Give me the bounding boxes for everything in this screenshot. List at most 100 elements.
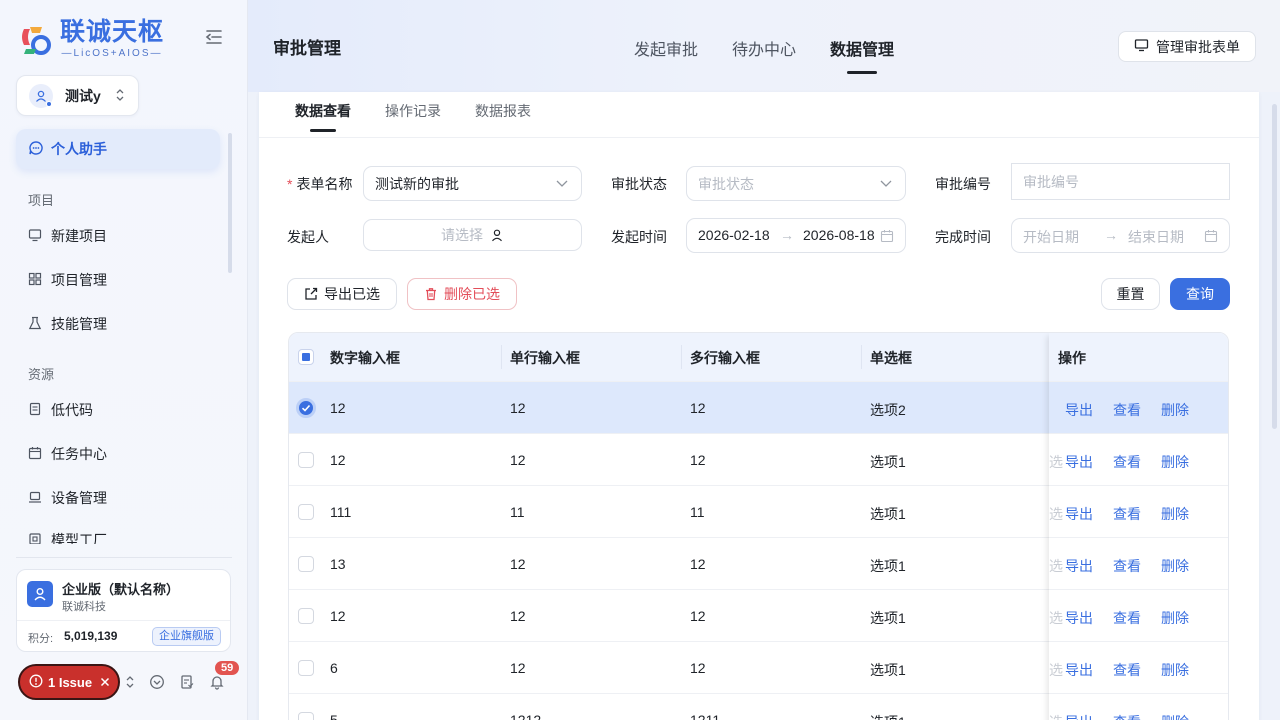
- reset-label: 重置: [1116, 286, 1145, 302]
- sidebar-scrollbar[interactable]: [228, 133, 232, 273]
- finish-time-range-picker[interactable]: 开始日期 → 结束日期: [1011, 218, 1230, 253]
- chevron-circle-icon[interactable]: [149, 674, 165, 690]
- query-button[interactable]: 查询: [1170, 278, 1230, 310]
- initiator-label: 发起人: [287, 229, 329, 245]
- column-header-radio[interactable]: 单选框: [870, 348, 912, 368]
- export-link[interactable]: 导出: [1065, 452, 1093, 472]
- cell-radio: 选项1: [870, 712, 906, 720]
- delete-link[interactable]: 删除: [1161, 452, 1189, 472]
- delete-link[interactable]: 删除: [1161, 504, 1189, 524]
- sidebar-item-project-management[interactable]: 项目管理: [28, 268, 107, 292]
- trash-icon: [424, 287, 438, 301]
- view-link[interactable]: 查看: [1113, 660, 1141, 680]
- start-to-date[interactable]: 2026-08-18: [803, 227, 877, 243]
- sidebar-item-device-management[interactable]: 设备管理: [28, 486, 107, 510]
- row-checkbox[interactable]: [298, 452, 314, 468]
- sidebar-item-task-center[interactable]: 任务中心: [28, 442, 107, 466]
- cell-radio: 选项1: [870, 454, 906, 470]
- column-header-single-line[interactable]: 单行输入框: [510, 348, 580, 368]
- view-link[interactable]: 查看: [1113, 608, 1141, 628]
- data-table: 数字输入框 单行输入框 多行输入框 单选框 12 12 12 选项2 12 12 12 选项1…: [288, 332, 1229, 720]
- column-header-multi-line[interactable]: 多行输入框: [690, 348, 760, 368]
- row-checkbox[interactable]: [298, 608, 314, 624]
- tab-start-approval[interactable]: 发起审批: [634, 36, 698, 60]
- view-link[interactable]: 查看: [1113, 504, 1141, 524]
- view-link[interactable]: 查看: [1113, 712, 1141, 720]
- main-scrollbar[interactable]: [1272, 104, 1277, 429]
- column-divider[interactable]: [861, 345, 862, 369]
- collapse-sidebar-icon[interactable]: [204, 28, 226, 48]
- delete-selected-button[interactable]: 删除已选: [407, 278, 517, 310]
- row-actions-cell: 选导出查看删除: [1049, 641, 1228, 693]
- sidebar-item-model-factory[interactable]: 模型工厂: [28, 530, 107, 544]
- select-all-checkbox[interactable]: [298, 349, 314, 365]
- bell-icon[interactable]: [209, 674, 225, 690]
- delete-link[interactable]: 删除: [1161, 400, 1189, 420]
- issue-button[interactable]: 1 Issue: [18, 664, 120, 700]
- brand-logo[interactable]: 联诚天枢 —LicOS+AIOS—: [16, 18, 164, 60]
- sidebar-item-assistant[interactable]: 个人助手: [16, 129, 220, 169]
- tab-todo-center[interactable]: 待办中心: [732, 36, 796, 60]
- workspace-switcher[interactable]: 测试y: [16, 75, 139, 116]
- expand-arrows-icon[interactable]: [123, 674, 139, 690]
- close-icon[interactable]: [100, 674, 110, 690]
- approval-number-input[interactable]: 审批编号: [1011, 163, 1230, 200]
- form-name-select[interactable]: 测试新的审批: [363, 166, 582, 201]
- sidebar-item-new-project[interactable]: 新建项目: [28, 224, 107, 248]
- export-selected-button[interactable]: 导出已选: [287, 278, 397, 310]
- view-link[interactable]: 查看: [1113, 452, 1141, 472]
- delete-link[interactable]: 删除: [1161, 660, 1189, 680]
- cell-multi-line: 1211: [690, 712, 721, 720]
- actions-column: 操作 导出 查看 删除选导出 查看 删除选导出 查看 删除选导出 查看 删除选导出 查看 删除选导出…: [1049, 333, 1228, 720]
- row-actions-cell: 选导出查看删除: [1049, 589, 1228, 641]
- view-link[interactable]: 查看: [1113, 400, 1141, 420]
- query-label: 查询: [1186, 286, 1214, 302]
- chevron-down-icon: [555, 176, 569, 193]
- view-link[interactable]: 查看: [1113, 556, 1141, 576]
- subtab-data-report[interactable]: 数据报表: [475, 101, 531, 121]
- content-card: 数据查看 操作记录 数据报表 * 表单名称 测试新的审批 审批状态 审批状态 审批…: [259, 92, 1259, 720]
- export-link[interactable]: 导出: [1065, 504, 1093, 524]
- cell-single-line: 11: [510, 504, 525, 520]
- sidebar: 联诚天枢 —LicOS+AIOS— 测试y 个人助手 项目 新建项目 项目管理 …: [0, 0, 248, 720]
- finish-from-placeholder[interactable]: 开始日期: [1023, 227, 1079, 247]
- row-checkbox[interactable]: [298, 556, 314, 572]
- flask-icon: [28, 316, 42, 333]
- row-checkbox[interactable]: [298, 660, 314, 676]
- sidebar-item-low-code[interactable]: 低代码: [28, 398, 93, 422]
- finish-to-placeholder[interactable]: 结束日期: [1128, 227, 1184, 247]
- enterprise-card[interactable]: 企业版（默认名称） 联诚科技 积分: 5,019,139 企业旗舰版: [16, 569, 231, 652]
- approval-status-select[interactable]: 审批状态: [686, 166, 906, 201]
- column-divider[interactable]: [501, 345, 502, 369]
- subtab-data-view[interactable]: 数据查看: [295, 101, 351, 121]
- monitor-icon: [1134, 38, 1149, 55]
- cell-number: 12: [330, 608, 346, 624]
- cell-single-line: 1212: [510, 712, 542, 720]
- reset-button[interactable]: 重置: [1101, 278, 1160, 310]
- tab-data-management[interactable]: 数据管理: [830, 36, 894, 60]
- column-header-actions: 操作: [1058, 350, 1086, 366]
- row-checkbox-checked[interactable]: [296, 398, 316, 418]
- column-divider[interactable]: [681, 345, 682, 369]
- points-label: 积分:: [28, 633, 54, 645]
- row-checkbox[interactable]: [298, 712, 314, 720]
- export-link[interactable]: 导出: [1065, 660, 1093, 680]
- start-from-date[interactable]: 2026-02-18: [698, 227, 772, 243]
- initiator-picker[interactable]: 请选择: [363, 219, 582, 251]
- cell-number: 12: [330, 452, 346, 468]
- export-link[interactable]: 导出: [1065, 556, 1093, 576]
- sidebar-divider: [16, 557, 232, 558]
- export-link[interactable]: 导出: [1065, 608, 1093, 628]
- sidebar-item-skill-management[interactable]: 技能管理: [28, 312, 107, 336]
- export-link[interactable]: 导出: [1065, 400, 1093, 420]
- start-time-range-picker[interactable]: 2026-02-18 → 2026-08-18: [686, 218, 906, 253]
- delete-link[interactable]: 删除: [1161, 712, 1189, 720]
- manage-forms-button[interactable]: 管理审批表单: [1118, 31, 1256, 62]
- row-checkbox[interactable]: [298, 504, 314, 520]
- clipboard-icon[interactable]: [179, 674, 195, 690]
- delete-link[interactable]: 删除: [1161, 556, 1189, 576]
- subtab-operation-log[interactable]: 操作记录: [385, 101, 441, 121]
- column-header-number[interactable]: 数字输入框: [330, 348, 400, 368]
- delete-link[interactable]: 删除: [1161, 608, 1189, 628]
- export-link[interactable]: 导出: [1065, 712, 1093, 720]
